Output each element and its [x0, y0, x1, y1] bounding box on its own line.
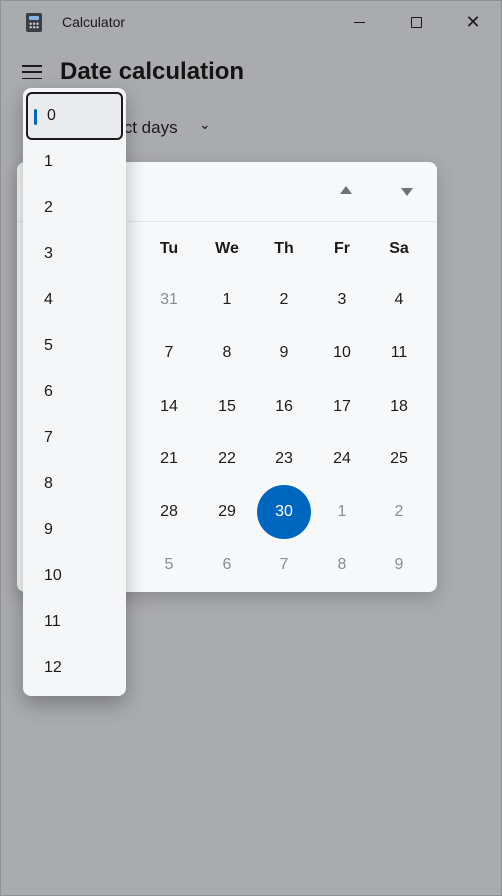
calendar-day[interactable]: 10 — [315, 326, 369, 380]
close-button[interactable]: ✕ — [445, 1, 501, 43]
calendar-day[interactable]: 3 — [315, 273, 369, 327]
weekday-label: Th — [274, 240, 294, 257]
close-icon: ✕ — [465, 12, 481, 32]
dropdown-option[interactable]: 10 — [23, 553, 126, 599]
calendar-day[interactable]: 9 — [257, 326, 311, 380]
calendar-day[interactable]: 7 — [142, 326, 196, 380]
dropdown-option[interactable]: 3 — [23, 231, 126, 277]
calendar-day[interactable]: 6 — [200, 538, 254, 592]
weekday-label: Tu — [159, 240, 179, 257]
caret-up-icon[interactable] — [340, 186, 352, 194]
caret-down-icon[interactable] — [401, 188, 413, 196]
calendar-day-selected[interactable]: 30 — [257, 485, 311, 539]
calendar-day[interactable]: 2 — [372, 485, 426, 539]
maximize-icon — [410, 16, 422, 28]
dropdown-option[interactable]: 2 — [23, 185, 126, 231]
calendar-day[interactable]: 15 — [200, 380, 254, 434]
calendar-day[interactable]: 22 — [200, 432, 254, 486]
dropdown-selected-label: 0 — [47, 107, 56, 124]
title-bar: Calculator ✕ — [1, 1, 502, 43]
calendar-day[interactable]: 7 — [257, 538, 311, 592]
calculation-mode-select[interactable]: ıct days — [119, 118, 178, 138]
calendar-day[interactable]: 5 — [142, 538, 196, 592]
selection-indicator — [34, 109, 37, 125]
dropdown-option[interactable]: 8 — [23, 461, 126, 507]
calculator-icon — [26, 13, 42, 32]
calendar-day[interactable]: 14 — [142, 380, 196, 434]
hamburger-icon[interactable] — [21, 63, 43, 81]
calculator-window: Calculator ✕ Date calculation ıct days ⌄… — [0, 0, 502, 896]
minimize-icon — [353, 21, 365, 23]
dropdown-option[interactable]: 9 — [23, 507, 126, 553]
page-title: Date calculation — [60, 58, 245, 85]
dropdown-option[interactable]: 6 — [23, 369, 126, 415]
calendar-day[interactable]: 23 — [257, 432, 311, 486]
calendar-day[interactable]: 4 — [372, 273, 426, 327]
dropdown-option[interactable]: 4 — [23, 277, 126, 323]
calendar-day[interactable]: 28 — [142, 485, 196, 539]
calendar-day[interactable]: 21 — [142, 432, 196, 486]
calendar-day[interactable]: 31 — [142, 273, 196, 327]
dropdown-option[interactable]: 11 — [23, 599, 126, 645]
calendar-day[interactable]: 17 — [315, 380, 369, 434]
calendar-day[interactable]: 8 — [315, 538, 369, 592]
weekday-label: We — [215, 240, 239, 257]
app-title: Calculator — [62, 14, 126, 30]
dropdown-option[interactable]: 12 — [23, 645, 126, 691]
calendar-day[interactable]: 9 — [372, 538, 426, 592]
calendar-day[interactable]: 29 — [200, 485, 254, 539]
calendar-day[interactable]: 18 — [372, 380, 426, 434]
chevron-down-icon[interactable]: ⌄ — [199, 116, 211, 133]
calendar-day[interactable]: 1 — [200, 273, 254, 327]
minimize-button[interactable] — [331, 1, 387, 43]
number-dropdown-list: 0 1 2 3 4 5 6 7 8 9 10 11 12 — [23, 88, 126, 696]
footer-text — [17, 885, 487, 893]
weekday-label: Sa — [389, 240, 409, 257]
maximize-button[interactable] — [388, 1, 444, 43]
weekday-label: Fr — [334, 240, 350, 257]
calendar-day[interactable]: 8 — [200, 326, 254, 380]
dropdown-option[interactable]: 7 — [23, 415, 126, 461]
calendar-day[interactable]: 11 — [372, 326, 426, 380]
dropdown-option[interactable]: 5 — [23, 323, 126, 369]
dropdown-selected-item[interactable]: 0 — [26, 92, 123, 140]
calendar-day[interactable]: 24 — [315, 432, 369, 486]
dropdown-option[interactable]: 1 — [23, 139, 126, 185]
calendar-day[interactable]: 1 — [315, 485, 369, 539]
calendar-day[interactable]: 16 — [257, 380, 311, 434]
calendar-day[interactable]: 2 — [257, 273, 311, 327]
calendar-day[interactable]: 25 — [372, 432, 426, 486]
